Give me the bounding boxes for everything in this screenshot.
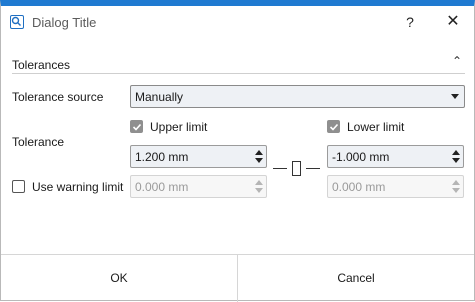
upper-limit-checkbox[interactable] xyxy=(130,120,143,133)
checkmark-icon xyxy=(329,123,339,131)
ok-button[interactable]: OK xyxy=(1,255,238,302)
tolerance-source-label: Tolerance source xyxy=(12,90,104,104)
checkmark-icon xyxy=(132,123,142,131)
dropdown-arrow-icon xyxy=(451,94,459,99)
link-line-left xyxy=(273,168,287,169)
chevron-up-icon[interactable]: ⌃ xyxy=(452,54,462,68)
title-bar: Dialog Title ? ✕ xyxy=(1,6,474,38)
link-icon xyxy=(292,161,301,176)
tolerance-label: Tolerance xyxy=(12,135,65,149)
tolerances-section-header[interactable]: Tolerances ⌃ xyxy=(12,52,465,74)
decrement-icon[interactable] xyxy=(255,158,263,163)
cancel-button[interactable]: Cancel xyxy=(238,255,474,302)
warning-lower-value: 0.000 mm xyxy=(332,180,386,194)
lower-limit-input[interactable]: -1.000 mm xyxy=(327,145,464,168)
upper-limit-label: Upper limit xyxy=(150,120,208,134)
warning-lower-input[interactable]: 0.000 mm xyxy=(327,175,464,198)
increment-icon[interactable] xyxy=(255,150,263,155)
warning-upper-value: 0.000 mm xyxy=(135,180,189,194)
lower-limit-checkbox[interactable] xyxy=(327,120,340,133)
dialog-title: Dialog Title xyxy=(32,15,97,30)
search-icon xyxy=(10,15,24,29)
tolerance-source-value: Manually xyxy=(135,90,184,104)
upper-limit-value: 1.200 mm xyxy=(135,150,189,164)
decrement-icon xyxy=(255,188,263,193)
upper-limit-input[interactable]: 1.200 mm xyxy=(130,145,267,168)
help-button[interactable]: ? xyxy=(401,11,419,33)
dialog-footer: OK Cancel xyxy=(1,254,474,302)
use-warning-limit-checkbox[interactable] xyxy=(12,180,25,193)
lower-limit-value: -1.000 mm xyxy=(332,150,390,164)
increment-icon[interactable] xyxy=(452,150,460,155)
lower-limit-label: Lower limit xyxy=(347,120,405,134)
warning-upper-input[interactable]: 0.000 mm xyxy=(130,175,267,198)
decrement-icon xyxy=(452,188,460,193)
tolerance-source-select[interactable]: Manually xyxy=(130,85,465,108)
decrement-icon[interactable] xyxy=(452,158,460,163)
close-icon[interactable]: ✕ xyxy=(443,11,463,33)
use-warning-limit-label: Use warning limit xyxy=(32,180,124,194)
link-limits-toggle[interactable] xyxy=(273,161,321,177)
increment-icon xyxy=(452,180,460,185)
link-line-right xyxy=(306,168,320,169)
section-title: Tolerances xyxy=(12,58,71,72)
dialog-window: Dialog Title ? ✕ Tolerances ⌃ Tolerance … xyxy=(0,0,475,302)
increment-icon xyxy=(255,180,263,185)
